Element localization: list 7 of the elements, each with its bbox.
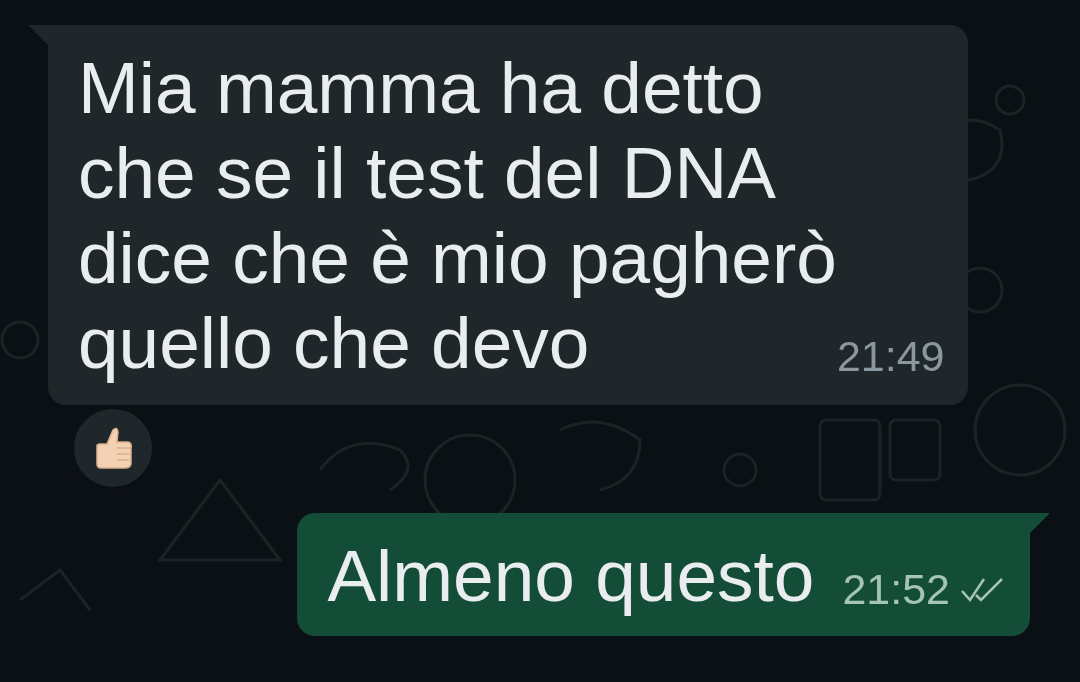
message-time: 21:49: [836, 332, 945, 381]
thumbs-up-icon: [93, 426, 133, 470]
message-time: 21:52: [842, 565, 950, 614]
message-bubble[interactable]: Almeno questo 21:52: [297, 513, 1030, 636]
message-text: Mia mamma ha detto che se il test del DNA dice che è mio pagherò quello che devo: [78, 46, 837, 385]
message-bubble[interactable]: Mia mamma ha detto che se il test del DNA dice che è mio pagherò quello che devo 21:49: [48, 25, 969, 405]
message-text: Almeno questo: [327, 534, 815, 618]
